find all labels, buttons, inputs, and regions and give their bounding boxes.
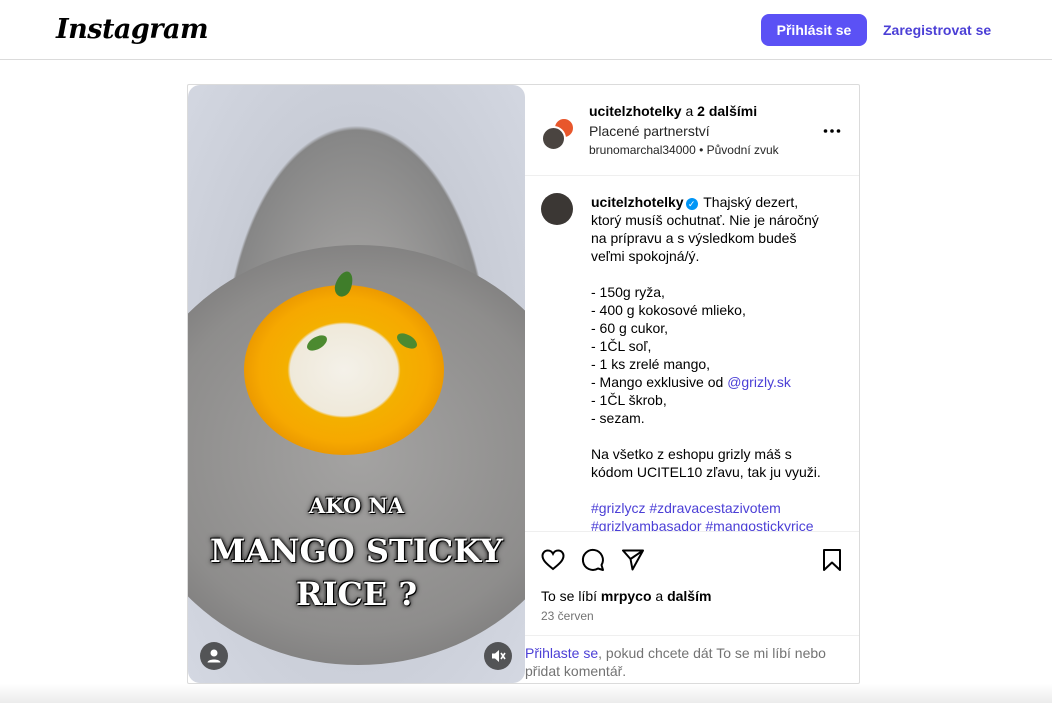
- post-card: AKO NA MANGO STICKY RICE ? ucitelzhotelk…: [187, 84, 860, 684]
- post-header: ucitelzhotelky a 2 dalšími Placené partn…: [525, 85, 859, 176]
- user-icon: [207, 649, 221, 663]
- caption-rest: - 1ČL škrob, - sezam. Na všetko z eshopu…: [591, 392, 821, 480]
- collab-avatars[interactable]: [541, 117, 575, 151]
- more-options-button[interactable]: [822, 121, 842, 147]
- likes-summary: To se líbí mrpyco a dalším: [541, 588, 711, 604]
- original-audio-link[interactable]: Původní zvuk: [707, 143, 779, 157]
- post-actions: To se líbí mrpyco a dalším 23 červen Při…: [525, 531, 859, 685]
- tagged-users-button[interactable]: [200, 642, 228, 670]
- post-side-panel: ucitelzhotelky a 2 dalšími Placené partn…: [525, 85, 859, 683]
- caption-text: ucitelzhotelky ✓ Thajský dezert, ktorý mu…: [591, 193, 831, 531]
- authors-and: a: [681, 103, 698, 119]
- caption-username[interactable]: ucitelzhotelky: [591, 194, 684, 210]
- caption-intro: Thajský dezert, ktorý musíš ochutnať. Ni…: [591, 194, 819, 390]
- post-caption-area: ucitelzhotelky ✓ Thajský dezert, ktorý mu…: [525, 177, 859, 531]
- login-button[interactable]: Přihlásit se: [761, 14, 867, 46]
- post-date[interactable]: 23 červen: [541, 609, 594, 623]
- video-overlay-text-line2: MANGO STICKY: [210, 532, 503, 570]
- register-link[interactable]: Zaregistrovat se: [883, 14, 991, 46]
- avatar[interactable]: [541, 126, 566, 151]
- verified-badge-icon: ✓: [685, 198, 698, 210]
- audio-user-link[interactable]: brunomarchal34000: [589, 143, 696, 157]
- video-overlay-text-line1: AKO NA: [308, 493, 405, 518]
- liker-username[interactable]: mrpyco: [601, 588, 652, 604]
- audio-separator: •: [695, 143, 707, 157]
- paid-partnership-label[interactable]: Placené partnerství: [589, 123, 710, 139]
- share-icon[interactable]: [620, 547, 646, 573]
- author-username[interactable]: ucitelzhotelky: [589, 103, 682, 119]
- audio-info: brunomarchal34000 • Původní zvuk: [589, 143, 779, 157]
- page-bottom-edge: [0, 684, 1052, 703]
- comment-icon[interactable]: [580, 547, 606, 573]
- likes-and: a: [651, 588, 668, 604]
- post-authors: ucitelzhotelky a 2 dalšími: [589, 103, 757, 119]
- likes-others-link[interactable]: dalším: [667, 588, 711, 604]
- bookmark-icon[interactable]: [819, 547, 845, 573]
- hashtag-links[interactable]: #grizlycz #zdravacestazivotem #grizlyamb…: [591, 500, 814, 531]
- more-horizontal-icon: [823, 129, 841, 133]
- instagram-logo[interactable]: Instagram: [56, 14, 209, 45]
- login-link[interactable]: Přihlaste se: [525, 645, 598, 661]
- muted-speaker-icon: [492, 650, 506, 662]
- avatar[interactable]: [541, 193, 573, 225]
- mango-dessert-image: [244, 285, 444, 455]
- mute-toggle-button[interactable]: [484, 642, 512, 670]
- other-authors-link[interactable]: 2 dalšími: [697, 103, 757, 119]
- video-overlay-text-line3: RICE ?: [295, 575, 418, 613]
- heart-icon[interactable]: [540, 547, 566, 573]
- top-navigation-bar: Instagram Přihlásit se Zaregistrovat se: [0, 0, 1052, 60]
- post-video[interactable]: AKO NA MANGO STICKY RICE ?: [188, 85, 525, 683]
- likes-prefix: To se líbí: [541, 588, 601, 604]
- mention-link[interactable]: @grizly.sk: [727, 374, 791, 390]
- login-to-comment-prompt: Přihlaste se, pokud chcete dát To se mi …: [525, 635, 859, 686]
